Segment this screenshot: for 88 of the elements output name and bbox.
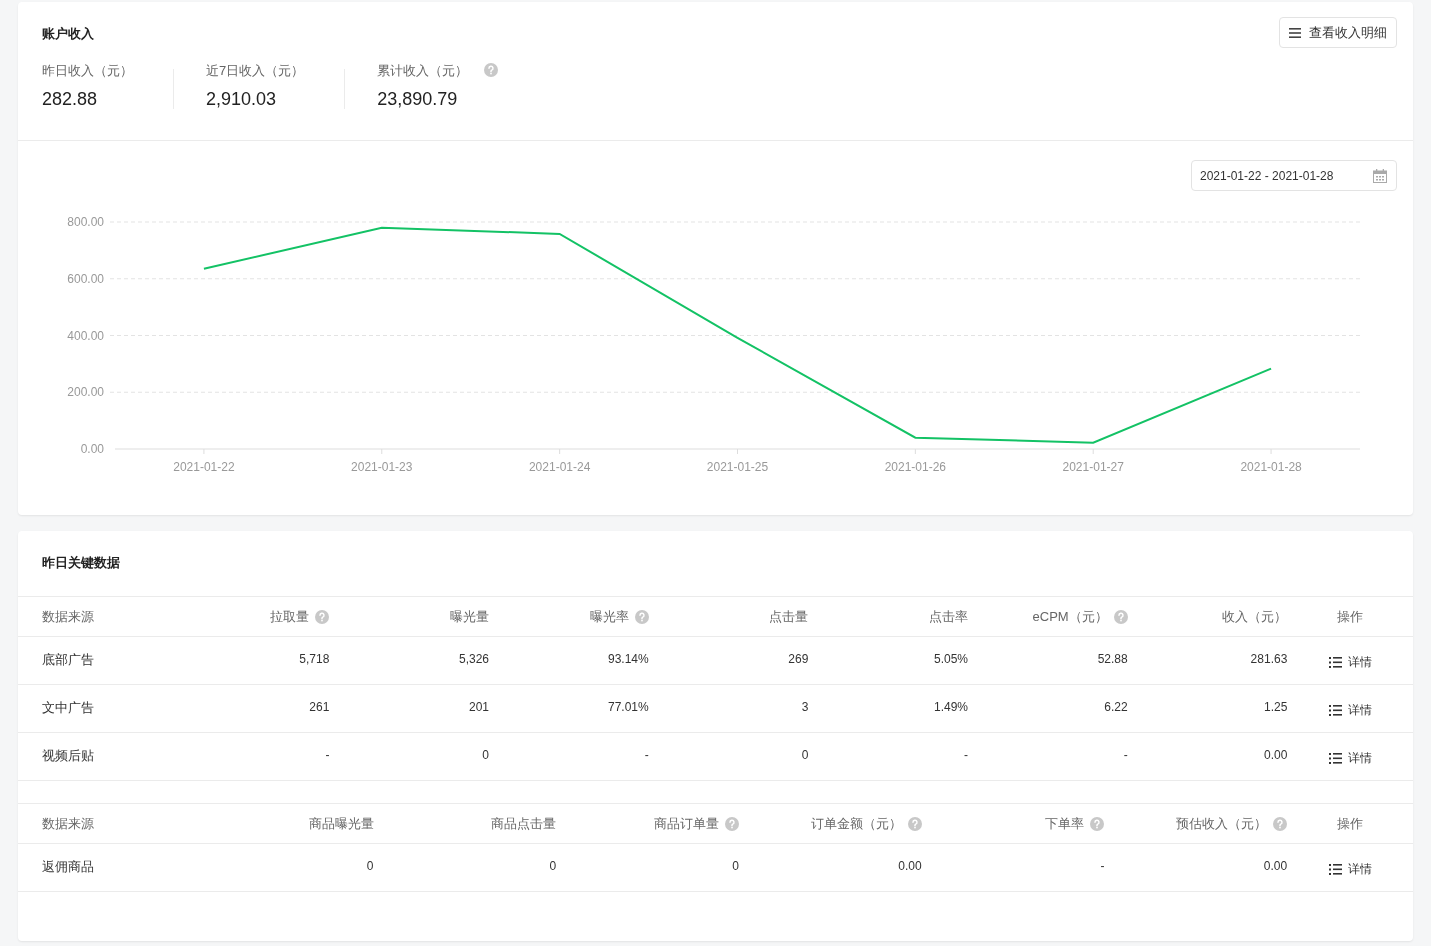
column-header: 曝光量: [450, 607, 490, 626]
table-cell-text: 5.05%: [933, 651, 968, 668]
x-axis-label: 2021-01-22: [173, 460, 235, 474]
stat-value: 23,890.79: [377, 88, 459, 111]
table-cell-text: 269: [788, 651, 809, 668]
table-cell-text: -: [1123, 747, 1128, 764]
help-icon: [725, 816, 739, 831]
detail-link[interactable]: 详情: [1328, 654, 1372, 670]
x-axis-label: 2021-01-27: [1062, 460, 1124, 474]
column-header: 拉取量: [270, 607, 310, 626]
table-cell-text: 0.00: [1263, 747, 1288, 764]
help-icon: [1113, 609, 1128, 624]
calendar-icon: [1373, 168, 1387, 183]
table-cell-text: 1.49%: [933, 699, 968, 716]
help-icon: [315, 609, 330, 624]
column-header: 数据来源: [42, 607, 94, 626]
list-icon: [1328, 863, 1342, 875]
help-icon: [634, 609, 649, 624]
y-axis-label: 800.00: [67, 215, 104, 229]
detail-link[interactable]: 详情: [1328, 702, 1372, 718]
column-header: eCPM（元）: [1032, 607, 1108, 626]
table-cell-text: 77.01%: [608, 699, 649, 716]
stat-value: 282.88: [42, 88, 99, 111]
table-cell-text: 5,718: [299, 651, 330, 668]
y-axis-label: 0.00: [80, 442, 104, 456]
stat-label: 近7日收入（元）: [206, 61, 305, 80]
column-header: 操作: [1337, 607, 1364, 626]
table-cell-text: 52.88: [1097, 651, 1128, 668]
table-cell-text: 281.63: [1250, 651, 1288, 668]
table-cell-text: 0: [366, 858, 374, 875]
table-cell-text: 返佣商品: [42, 858, 94, 876]
column-header: 商品曝光量: [308, 814, 374, 833]
card-title: 昨日关键数据: [42, 554, 120, 572]
y-axis-label: 400.00: [67, 328, 104, 343]
table-cell-text: 0: [482, 747, 490, 764]
table-cell-text: 201: [469, 699, 490, 716]
table-cell-text: 6.22: [1104, 699, 1128, 716]
list-icon: [1328, 656, 1342, 668]
table-cell-text: -: [644, 747, 649, 764]
card-title: 账户收入: [42, 25, 94, 43]
table-cell-text: 0.00: [1263, 858, 1288, 875]
menu-icon: [1289, 27, 1301, 38]
column-header: 订单金额（元）: [810, 814, 902, 833]
income-detail-button[interactable]: 查看收入明细: [1279, 17, 1397, 48]
column-header: 点击量: [769, 607, 809, 626]
table-cell-text: 1.25: [1263, 699, 1288, 716]
column-header: 曝光率: [589, 607, 629, 626]
column-header: 预估收入（元）: [1176, 814, 1268, 833]
table-cell-text: 底部广告: [42, 651, 94, 669]
table-cell-text: 261: [309, 699, 330, 716]
table-cell-text: 视频后贴: [42, 747, 94, 765]
column-header: 收入（元）: [1222, 607, 1288, 626]
x-axis-label: 2021-01-25: [706, 460, 769, 474]
help-icon: [1090, 816, 1105, 831]
x-axis-label: 2021-01-28: [1240, 460, 1302, 474]
help-icon: [484, 63, 499, 78]
table-cell-text: -: [1100, 858, 1105, 875]
table-cell-text: 93.14%: [608, 651, 649, 668]
y-axis-label: 600.00: [67, 271, 104, 286]
table-cell-text: 0.00: [898, 858, 922, 875]
column-header: 下单率: [1045, 814, 1085, 833]
column-header: 商品订单量: [654, 814, 719, 833]
list-icon: [1328, 752, 1342, 764]
column-header: 数据来源: [42, 814, 94, 833]
stat-label: 昨日收入（元）: [42, 61, 133, 80]
table-cell-text: 5,326: [459, 651, 490, 668]
table-cell-text: -: [325, 747, 330, 764]
detail-link[interactable]: 详情: [1328, 861, 1372, 877]
column-header: 操作: [1337, 814, 1364, 833]
column-header: 商品点击量: [491, 814, 557, 833]
stat-value: 2,910.03: [206, 88, 278, 111]
list-icon: [1328, 704, 1342, 716]
table-cell-text: 3: [801, 699, 809, 716]
help-icon: [1273, 816, 1288, 831]
date-range-field[interactable]: 2021-01-22 - 2021-01-28: [1191, 160, 1397, 191]
y-axis-label: 200.00: [67, 385, 104, 400]
x-axis-label: 2021-01-24: [528, 460, 591, 474]
table-cell-text: 文中广告: [42, 699, 94, 717]
stat-label: 累计收入（元）: [377, 61, 469, 80]
column-header: 点击率: [929, 607, 968, 626]
table-cell-text: 0: [801, 747, 809, 764]
help-icon: [907, 816, 922, 831]
x-axis-label: 2021-01-26: [884, 460, 947, 474]
table-cell-text: 0: [732, 858, 739, 875]
table-cell-text: 0: [549, 858, 557, 875]
table-cell-text: -: [964, 747, 968, 764]
detail-link[interactable]: 详情: [1328, 750, 1372, 766]
x-axis-label: 2021-01-23: [351, 460, 413, 474]
